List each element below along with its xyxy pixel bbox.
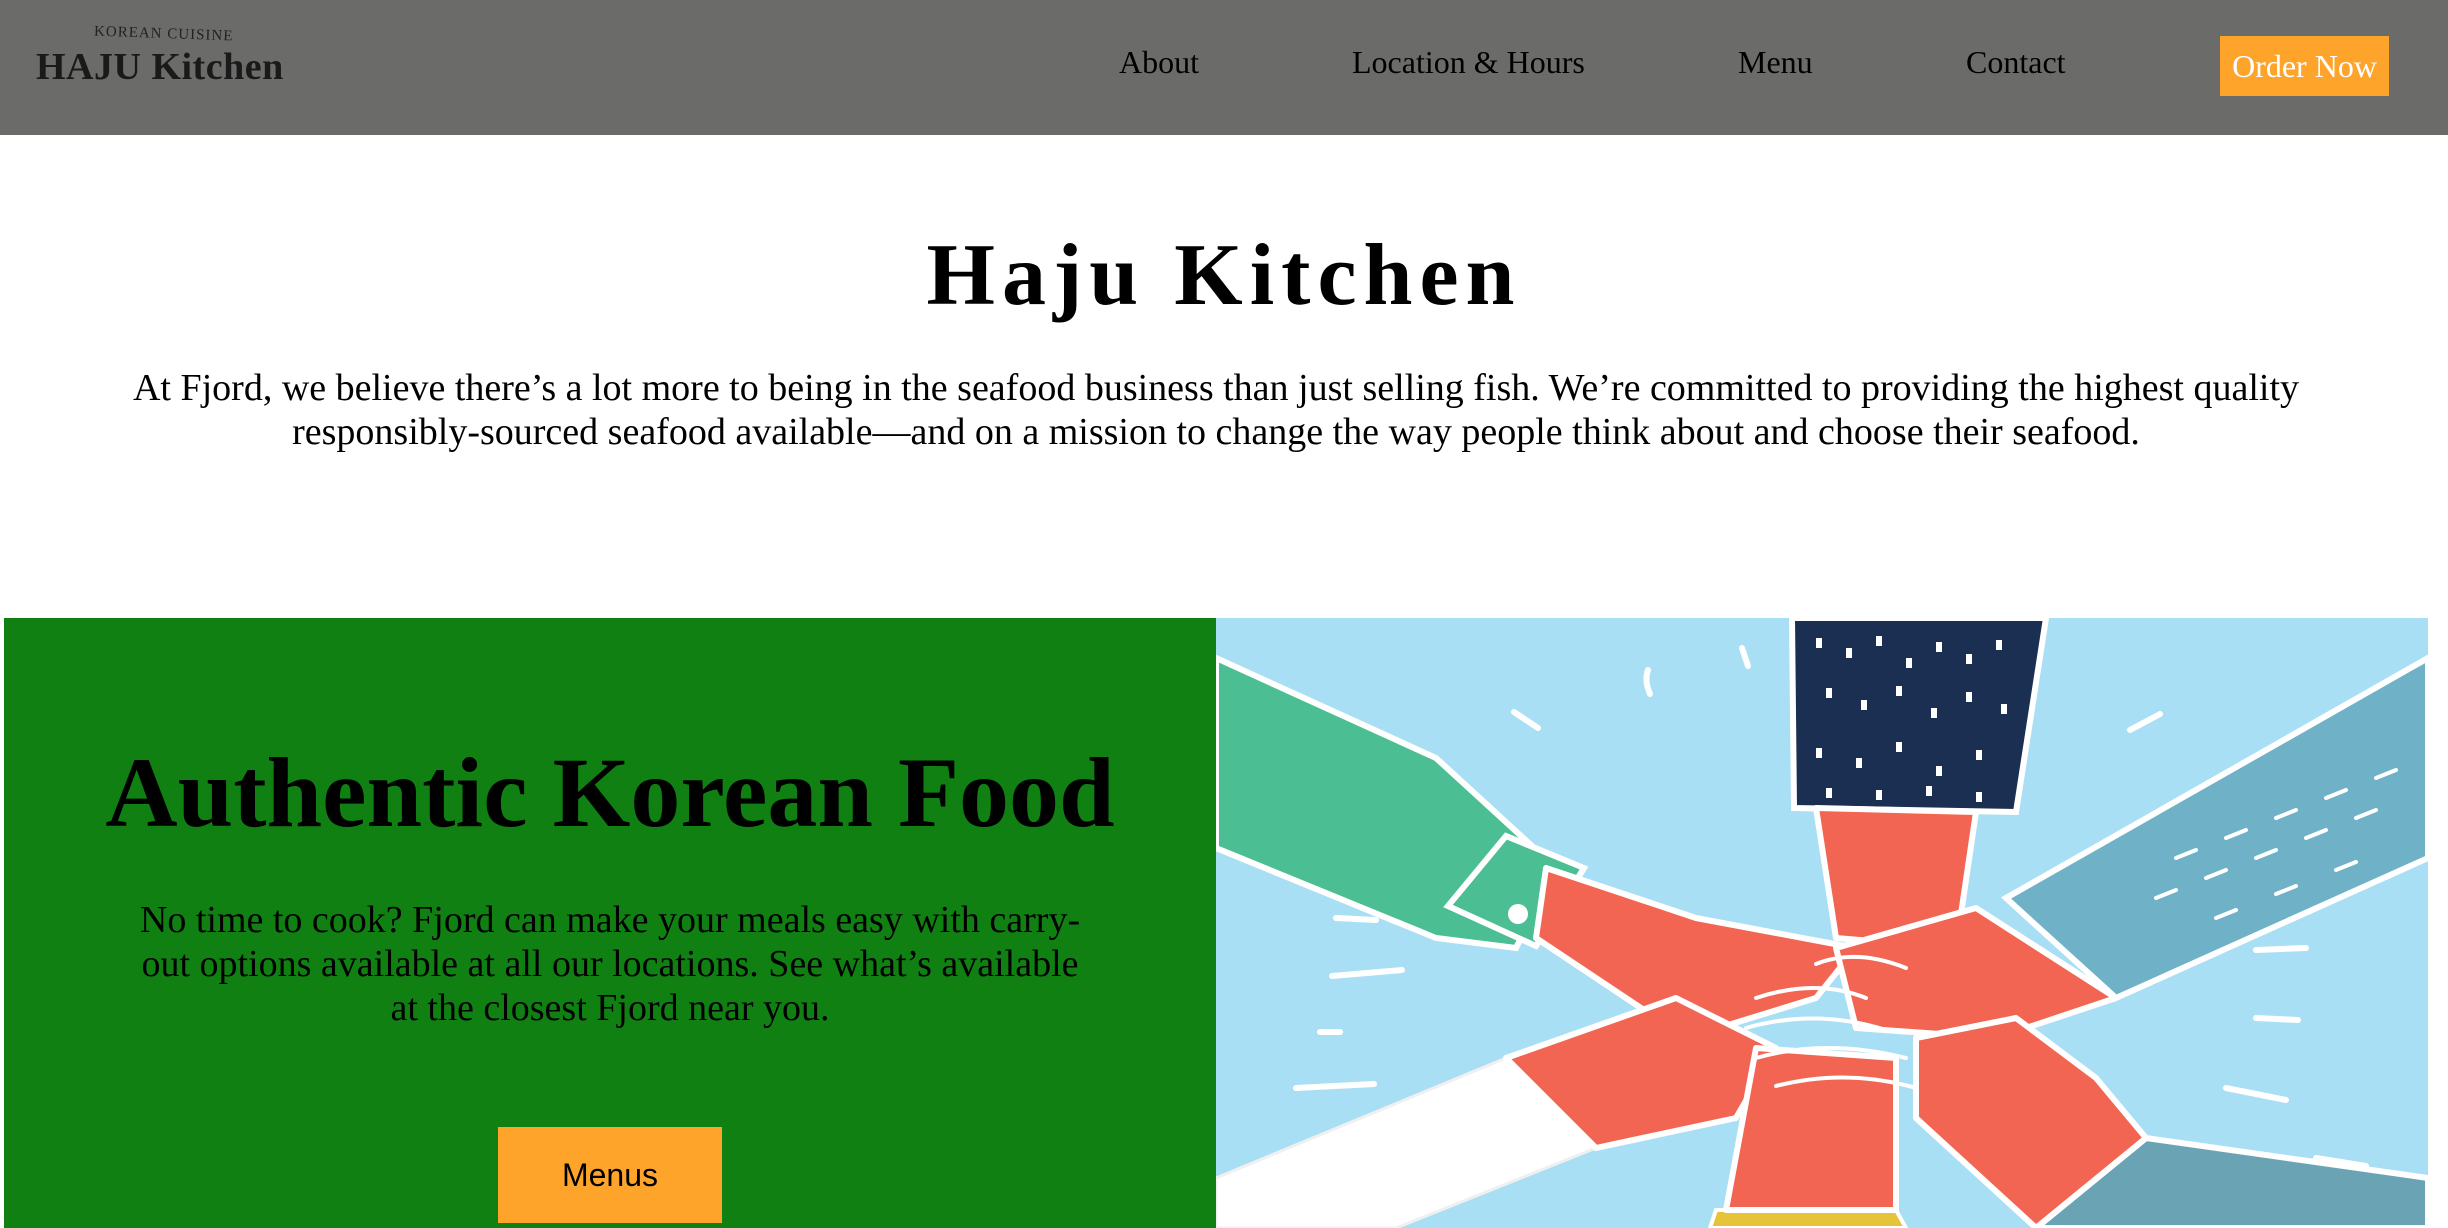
order-now-button[interactable]: Order Now — [2220, 36, 2389, 96]
nav-link-location-hours[interactable]: Location & Hours — [1352, 44, 1585, 81]
nav-link-contact[interactable]: Contact — [1966, 44, 2066, 81]
feature-title: Authentic Korean Food — [105, 737, 1115, 848]
menus-button[interactable]: Menus — [498, 1127, 722, 1223]
stacked-hands-illustration — [1216, 618, 2428, 1228]
stacked-hands-icon — [1216, 618, 2428, 1228]
nav-link-menu[interactable]: Menu — [1738, 44, 1813, 81]
intro-paragraph: At Fjord, we believe there’s a lot more … — [132, 367, 2300, 453]
nav-link-about[interactable]: About — [1119, 44, 1199, 81]
site-logo[interactable]: KOREAN CUISINE HAJU Kitchen — [36, 23, 283, 96]
logo-tagline: KOREAN CUISINE — [93, 23, 234, 45]
page-title: Haju Kitchen — [926, 227, 1522, 324]
logo-name: HAJU Kitchen — [36, 46, 284, 88]
feature-panel: Authentic Korean Food No time to cook? F… — [4, 618, 1216, 1228]
top-navigation-bar: KOREAN CUISINE HAJU Kitchen About Locati… — [0, 0, 2448, 135]
feature-paragraph: No time to cook? Fjord can make your mea… — [139, 899, 1081, 1029]
